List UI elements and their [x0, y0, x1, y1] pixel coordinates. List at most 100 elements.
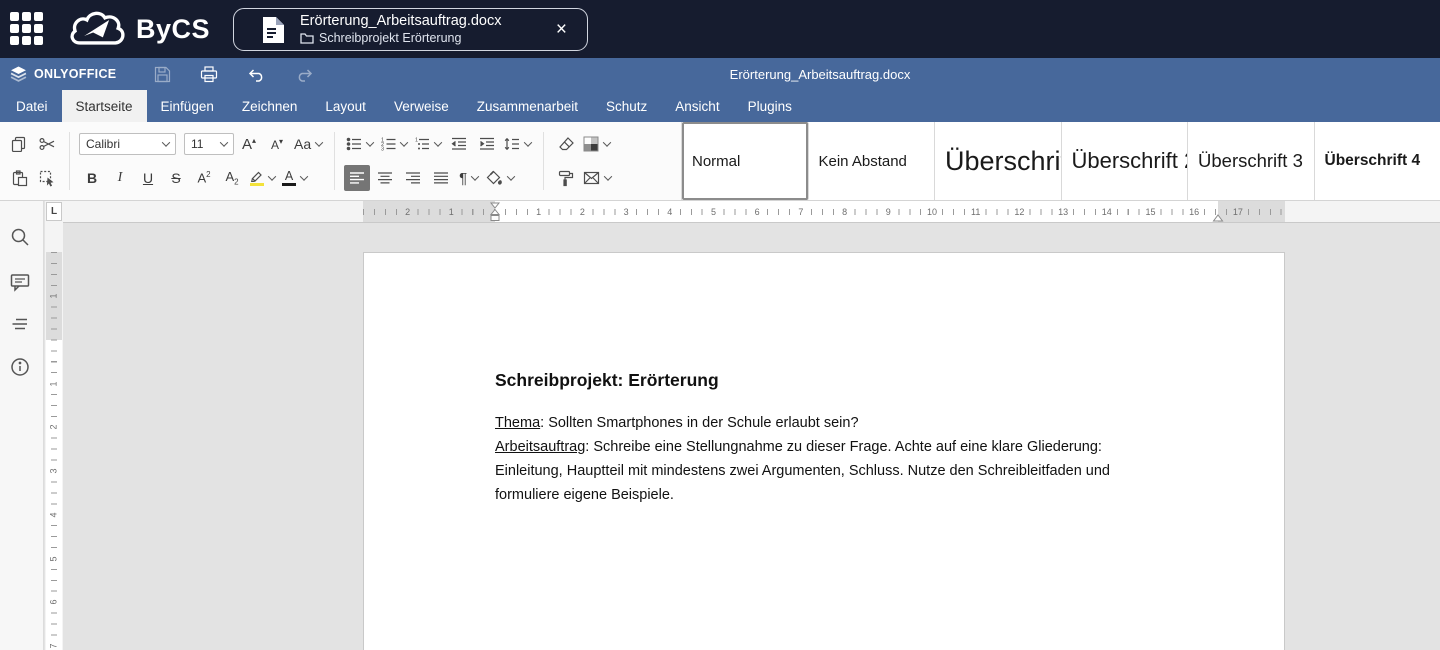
- style-label: Überschrift 1: [945, 146, 1062, 177]
- ruler-number: 9: [884, 207, 893, 217]
- style-überschrift-2[interactable]: Überschrift 2: [1062, 122, 1189, 200]
- search-icon[interactable]: [9, 226, 31, 248]
- ruler-number: 7: [49, 641, 59, 650]
- decrease-indent-button[interactable]: [446, 131, 472, 157]
- font-size-value: 11: [191, 137, 203, 151]
- formatting-toolbar: Calibri 11 A▴ A▾ Aa BIUS A2 A2: [0, 122, 1440, 201]
- align-center-button[interactable]: [372, 165, 398, 191]
- justify-button[interactable]: [428, 165, 454, 191]
- multilevel-list-button[interactable]: 1: [412, 131, 444, 157]
- select-tool-button[interactable]: [34, 165, 60, 191]
- paragraph-marks-button[interactable]: ¶: [456, 165, 482, 191]
- align-left-button[interactable]: [344, 165, 370, 191]
- document-line: Thema: Sollten Smartphones in der Schule…: [495, 411, 1224, 435]
- ruler-number: 3: [622, 207, 631, 217]
- menu-tab-layout[interactable]: Layout: [311, 90, 380, 122]
- save-button[interactable]: [154, 66, 171, 83]
- close-icon[interactable]: ×: [552, 18, 571, 41]
- folder-icon: [300, 32, 314, 44]
- align-right-button[interactable]: [400, 165, 426, 191]
- clear-style-button[interactable]: [553, 131, 579, 157]
- ruler-number: 2: [578, 207, 587, 217]
- style-kein-abstand[interactable]: Kein Abstand: [809, 122, 936, 200]
- underline-label: U: [143, 170, 153, 186]
- copy-button[interactable]: [6, 131, 32, 157]
- about-info-icon[interactable]: [9, 356, 31, 378]
- document-tab-folder: Schreibprojekt Erörterung: [319, 31, 461, 45]
- style-normal[interactable]: Normal: [682, 122, 809, 200]
- underlined-term: Arbeitsauftrag: [495, 439, 585, 455]
- subscript-button[interactable]: A2: [219, 165, 245, 191]
- font-size-select[interactable]: 11: [184, 133, 234, 155]
- ruler-number: 6: [49, 598, 59, 607]
- style-überschrift-4[interactable]: Überschrift 4: [1315, 122, 1440, 200]
- menu-tab-schutz[interactable]: Schutz: [592, 90, 661, 122]
- decrease-font-size-button[interactable]: A▾: [264, 131, 290, 157]
- increase-font-size-button[interactable]: A▴: [236, 131, 262, 157]
- menu-tab-zusammenarbeit[interactable]: Zusammenarbeit: [463, 90, 592, 122]
- tab-stop-selector[interactable]: L: [46, 202, 62, 221]
- bullet-list-button[interactable]: [344, 131, 376, 157]
- app-grid-icon[interactable]: [10, 12, 44, 46]
- undo-button[interactable]: [247, 67, 266, 82]
- navigation-headings-icon[interactable]: [9, 313, 31, 335]
- ruler-number: 16: [1187, 207, 1201, 217]
- style-überschrift-3[interactable]: Überschrift 3: [1188, 122, 1315, 200]
- ruler-number: 2: [49, 423, 59, 432]
- ruler-number: 7: [796, 207, 805, 217]
- vertical-ruler-ticks: [51, 252, 57, 650]
- left-tool-rail: [0, 201, 44, 650]
- superscript-button[interactable]: A2: [191, 165, 217, 191]
- editor-workspace: L 11234567 211234567891011121314151617 S…: [0, 201, 1440, 650]
- first-line-indent-marker[interactable]: [490, 202, 501, 222]
- highlight-color-button[interactable]: [247, 165, 278, 191]
- italic-button[interactable]: I: [107, 165, 133, 191]
- ruler-number: 17: [1231, 207, 1245, 217]
- print-button[interactable]: [200, 66, 218, 83]
- ruler-number: 15: [1143, 207, 1157, 217]
- numbered-list-button[interactable]: 123: [378, 131, 410, 157]
- paint-roller-icon: [558, 170, 574, 187]
- bold-button[interactable]: B: [79, 165, 105, 191]
- svg-text:1: 1: [415, 138, 418, 144]
- comments-icon[interactable]: [9, 271, 31, 293]
- paste-button[interactable]: [6, 165, 32, 191]
- document-page[interactable]: Schreibprojekt: Erörterung Thema: Sollte…: [363, 252, 1285, 650]
- menu-tab-ansicht[interactable]: Ansicht: [661, 90, 733, 122]
- document-tab-title: Erörterung_Arbeitsauftrag.docx: [300, 13, 502, 30]
- copy-style-button[interactable]: [553, 165, 579, 191]
- ruler-number: 5: [709, 207, 718, 217]
- document-icon: [262, 16, 285, 44]
- ruler-number: 8: [840, 207, 849, 217]
- bycs-logo: ByCS: [66, 8, 210, 50]
- style-label: Überschrift 4: [1325, 152, 1421, 170]
- menu-tab-startseite[interactable]: Startseite: [62, 90, 147, 122]
- strikethrough-button[interactable]: S: [163, 165, 189, 191]
- change-case-button[interactable]: Aa: [292, 131, 325, 157]
- menu-tab-plugins[interactable]: Plugins: [734, 90, 806, 122]
- underline-button[interactable]: U: [135, 165, 161, 191]
- app-name: ONLYOFFICE: [34, 67, 116, 81]
- ruler-number: 11: [969, 207, 982, 217]
- right-indent-marker[interactable]: [1212, 214, 1224, 222]
- cut-button[interactable]: [34, 131, 60, 157]
- ruler-number: 1: [49, 379, 59, 388]
- line-spacing-button[interactable]: [502, 131, 534, 157]
- bold-label: B: [87, 170, 97, 186]
- ruler-number: 5: [49, 554, 59, 563]
- paint-bucket-icon: [486, 170, 503, 186]
- page-color-button[interactable]: [581, 131, 613, 157]
- document-tab[interactable]: Erörterung_Arbeitsauftrag.docx Schreibpr…: [233, 8, 588, 51]
- redo-button[interactable]: [295, 67, 314, 82]
- menu-tab-verweise[interactable]: Verweise: [380, 90, 463, 122]
- mail-merge-button[interactable]: [581, 165, 614, 191]
- paragraph-shading-button[interactable]: [484, 165, 517, 191]
- increase-indent-button[interactable]: [474, 131, 500, 157]
- menu-tab-zeichnen[interactable]: Zeichnen: [228, 90, 312, 122]
- menu-tab-einfügen[interactable]: Einfügen: [147, 90, 228, 122]
- font-color-button[interactable]: A: [280, 165, 310, 191]
- line-text: Einleitung, Hauptteil mit mindestens zwe…: [495, 463, 1110, 479]
- font-name-select[interactable]: Calibri: [79, 133, 176, 155]
- style-überschrift-1[interactable]: Überschrift 1: [935, 122, 1062, 200]
- menu-tab-datei[interactable]: Datei: [2, 90, 62, 122]
